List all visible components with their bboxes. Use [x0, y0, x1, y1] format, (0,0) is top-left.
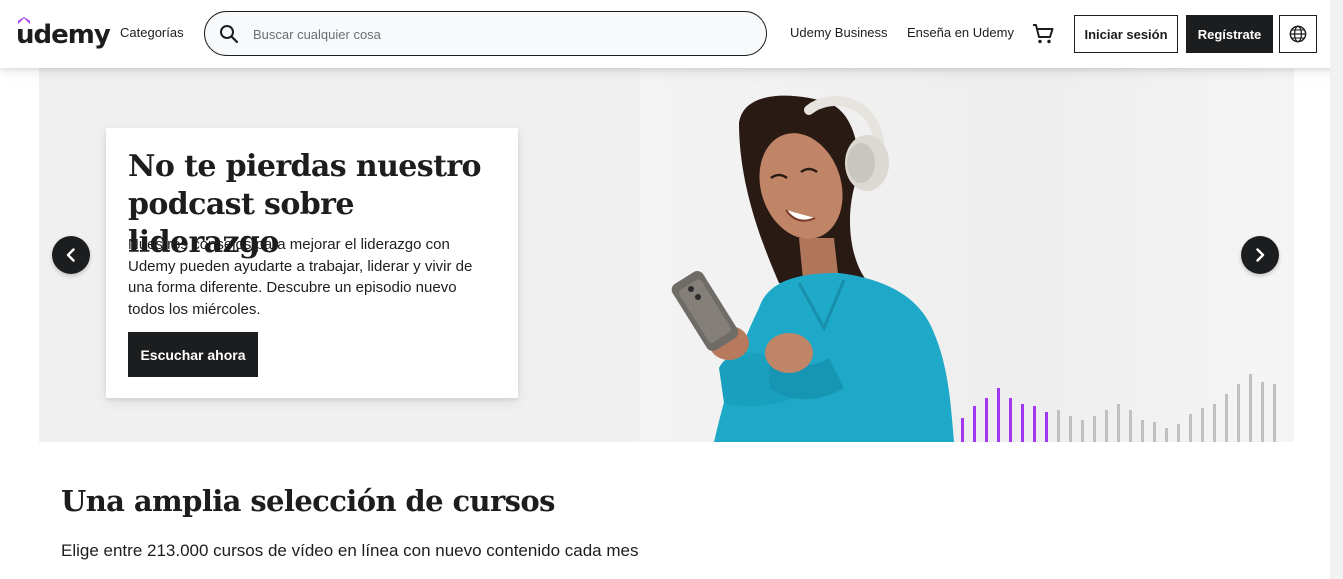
language-button[interactable] [1279, 15, 1317, 53]
cart-icon[interactable] [1031, 22, 1055, 46]
chevron-left-icon [66, 248, 75, 262]
courses-section-subtitle: Elige entre 213.000 cursos de vídeo en l… [61, 541, 639, 560]
globe-icon [1289, 25, 1307, 43]
signup-button[interactable]: Regístrate [1186, 15, 1273, 53]
listen-now-button[interactable]: Escuchar ahora [128, 332, 258, 377]
carousel-prev-button[interactable] [52, 236, 90, 274]
audio-bars-decoration [961, 374, 1276, 442]
udemy-logo[interactable]: udemy [16, 17, 111, 51]
login-button[interactable]: Iniciar sesión [1074, 15, 1178, 53]
hero-description: Nuestros consejos para mejorar el lidera… [128, 236, 473, 318]
chevron-right-icon [1256, 248, 1265, 262]
teach-link[interactable]: Enseña en Udemy [907, 25, 1014, 40]
search-icon[interactable] [219, 24, 239, 44]
categories-link[interactable]: Categorías [120, 25, 184, 40]
logo-text: udemy [16, 20, 111, 50]
search-bar[interactable] [204, 11, 767, 56]
udemy-business-link[interactable]: Udemy Business [790, 25, 888, 40]
page-scrollbar[interactable] [1330, 0, 1343, 579]
top-header: udemy Categorías Udemy Business Enseña e… [0, 0, 1343, 68]
hero-woman-headphones-image [671, 95, 954, 442]
courses-section-title: Una amplia selección de cursos [61, 484, 555, 518]
search-input[interactable] [253, 24, 743, 44]
carousel-next-button[interactable] [1241, 236, 1279, 274]
hero-card: No te pierdas nuestro podcast sobre lide… [106, 128, 518, 398]
